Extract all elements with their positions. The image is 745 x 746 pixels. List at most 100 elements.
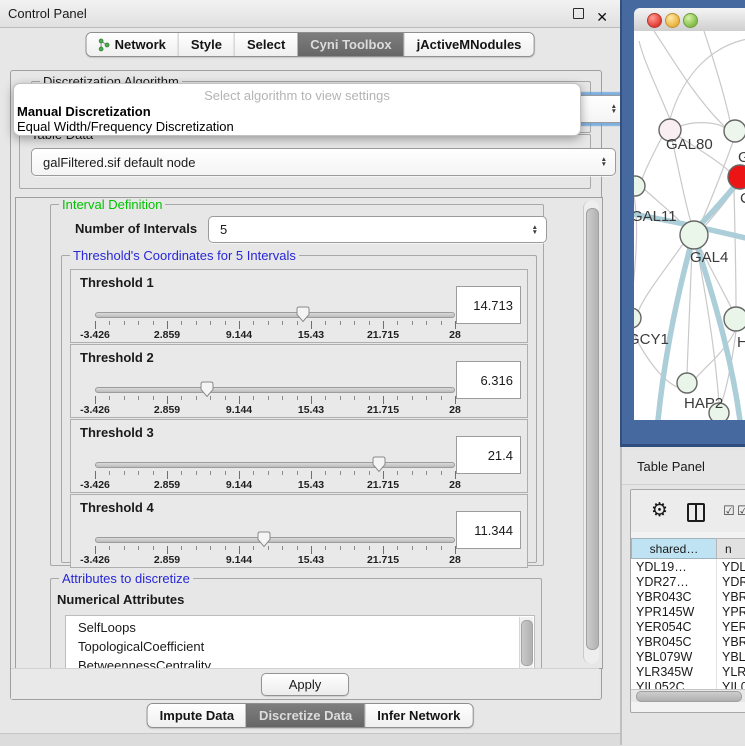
tick-label: -3.426 — [80, 554, 110, 566]
network-node[interactable] — [728, 165, 745, 189]
tick-label: 28 — [449, 404, 461, 416]
attribute-list-item[interactable]: SelfLoops — [78, 618, 534, 637]
table-row[interactable]: YLR345WYLR3 — [631, 664, 745, 679]
cell-shared-name[interactable]: YBR045C — [631, 634, 717, 649]
table-rows: YDL19…YDL1YDR27…YDR2YBR043CYBR0YPR145WYP… — [631, 559, 745, 694]
table-panel-body: ⚙ ☑ ☑ shared… n YDL19…YDL1YDR27…YDR2YBR0… — [630, 489, 745, 713]
tab-cyni-toolbox[interactable]: Cyni Toolbox — [297, 33, 403, 56]
tab-select[interactable]: Select — [234, 33, 297, 56]
threshold-box: Threshold 3 -3.4262.8599.14415.4321.7152… — [70, 419, 528, 493]
tab-label: Infer Network — [377, 708, 460, 723]
cell-shared-name[interactable]: YBR043C — [631, 589, 717, 604]
threshold-value-field[interactable]: 6.316 — [456, 361, 521, 399]
cell-name[interactable]: YPR1 — [717, 604, 745, 619]
scrollbar-thumb[interactable] — [586, 208, 599, 650]
cell-shared-name[interactable]: YDR27… — [631, 574, 717, 589]
threshold-value-field[interactable]: 14.713 — [456, 286, 521, 324]
checkbox-icon[interactable]: ☑ — [723, 503, 735, 518]
checkbox-icon[interactable]: ☑ — [737, 503, 745, 518]
threshold-label: Threshold 3 — [80, 425, 154, 440]
cell-name[interactable]: YBR0 — [717, 634, 745, 649]
attributes-scrollbar[interactable] — [519, 617, 533, 669]
table-horizontal-scrollbar[interactable] — [631, 689, 745, 702]
tick-label: 28 — [449, 554, 461, 566]
attribute-list-item[interactable]: TopologicalCoefficient — [78, 637, 534, 656]
tab-style[interactable]: Style — [178, 33, 234, 56]
cell-name[interactable]: YDL1 — [717, 559, 745, 574]
threshold-box: Threshold 4 -3.4262.8599.14415.4321.7152… — [70, 494, 528, 568]
slider-rail — [95, 462, 455, 468]
dropdown-option-equal-width[interactable]: Equal Width/Frequency Discretization — [17, 119, 234, 134]
tick-label: 9.144 — [226, 404, 252, 416]
table-data-combobox[interactable]: galFiltered.sif default node ▲▼ — [31, 148, 616, 176]
network-window-titlebar[interactable] — [634, 8, 745, 32]
numerical-attributes-label: Numerical Attributes — [57, 592, 184, 607]
network-node[interactable] — [677, 373, 697, 393]
zoom-traffic-light-icon[interactable] — [683, 13, 698, 28]
bottom-tab-bar: Impute Data Discretize Data Infer Networ… — [147, 703, 474, 728]
number-of-intervals-value: 5 — [220, 222, 227, 237]
table-header-row: shared… n — [631, 538, 745, 559]
network-node[interactable] — [634, 308, 641, 328]
column-header-name[interactable]: n — [716, 538, 745, 559]
cell-shared-name[interactable]: YLR345W — [631, 664, 717, 679]
threshold-value-field[interactable]: 11.344 — [456, 511, 521, 549]
control-panel-titlebar: Control Panel ✕ — [0, 0, 620, 28]
network-node-label: C — [740, 190, 745, 207]
tick-label: 21.715 — [367, 554, 399, 566]
cyni-content-box: Discretization Algorithm ▲▼ Select algor… — [10, 70, 602, 700]
close-icon[interactable]: ✕ — [596, 4, 608, 31]
split-columns-icon[interactable] — [687, 503, 705, 522]
dropdown-option-manual[interactable]: Manual Discretization — [17, 104, 151, 119]
scrollbar-thumb[interactable] — [636, 691, 742, 702]
minimize-traffic-light-icon[interactable] — [665, 13, 680, 28]
tab-discretize-data[interactable]: Discretize Data — [246, 704, 364, 727]
network-node-label: H — [737, 334, 745, 351]
network-canvas[interactable]: GAL80GCGAL11GAL4GCY1HHAP2 — [634, 31, 745, 420]
table-row[interactable]: YBL079WYBL0 — [631, 649, 745, 664]
table-row[interactable]: YBR045CYBR0 — [631, 634, 745, 649]
cell-name[interactable]: YER0 — [717, 619, 745, 634]
apply-button[interactable]: Apply — [261, 673, 349, 696]
float-window-icon[interactable] — [573, 8, 584, 19]
table-row[interactable]: YER054CYER0 — [631, 619, 745, 634]
network-node[interactable] — [724, 120, 745, 142]
tab-infer-network[interactable]: Infer Network — [364, 704, 472, 727]
settings-vertical-scrollbar[interactable] — [583, 200, 599, 664]
settings-scroll-area: Interval Definition Number of Intervals … — [15, 197, 603, 669]
table-row[interactable]: YBR043CYBR0 — [631, 589, 745, 604]
table-row[interactable]: YPR145WYPR1 — [631, 604, 745, 619]
tab-label: Discretize Data — [259, 708, 352, 723]
tab-impute-data[interactable]: Impute Data — [148, 704, 246, 727]
table-row[interactable]: YDR27…YDR2 — [631, 574, 745, 589]
tab-network[interactable]: Network — [87, 33, 178, 56]
network-node-label: GAL80 — [666, 136, 713, 153]
combo-stepper-icon: ▲▼ — [611, 104, 617, 114]
cell-name[interactable]: YBL0 — [717, 649, 745, 664]
cell-shared-name[interactable]: YPR145W — [631, 604, 717, 619]
network-node[interactable] — [634, 176, 645, 196]
table-row[interactable]: YDL19…YDL1 — [631, 559, 745, 574]
threshold-value-field[interactable]: 21.4 — [456, 436, 521, 474]
cell-name[interactable]: YLR3 — [717, 664, 745, 679]
scrollbar-thumb[interactable] — [521, 620, 533, 666]
cell-name[interactable]: YDR2 — [717, 574, 745, 589]
close-traffic-light-icon[interactable] — [647, 13, 662, 28]
combo-stepper-icon: ▲▼ — [532, 225, 538, 235]
network-node[interactable] — [680, 221, 708, 249]
cell-shared-name[interactable]: YER054C — [631, 619, 717, 634]
numerical-attributes-list[interactable]: SelfLoopsTopologicalCoefficientBetweenne… — [65, 615, 535, 669]
cell-shared-name[interactable]: YDL19… — [631, 559, 717, 574]
number-of-intervals-combobox[interactable]: 5 ▲▼ — [208, 216, 547, 243]
slider-rail — [95, 312, 455, 318]
tab-jactivemnodules[interactable]: jActiveMNodules — [404, 33, 534, 56]
cell-name[interactable]: YBR0 — [717, 589, 745, 604]
network-node[interactable] — [724, 307, 745, 331]
slider-rail — [95, 537, 455, 543]
slider-rail — [95, 387, 455, 393]
column-header-shared-name[interactable]: shared… — [631, 538, 716, 559]
attribute-items: SelfLoopsTopologicalCoefficientBetweenne… — [66, 618, 534, 669]
cell-shared-name[interactable]: YBL079W — [631, 649, 717, 664]
group-title: Attributes to discretize — [59, 571, 193, 586]
gear-icon[interactable]: ⚙ — [651, 499, 668, 522]
